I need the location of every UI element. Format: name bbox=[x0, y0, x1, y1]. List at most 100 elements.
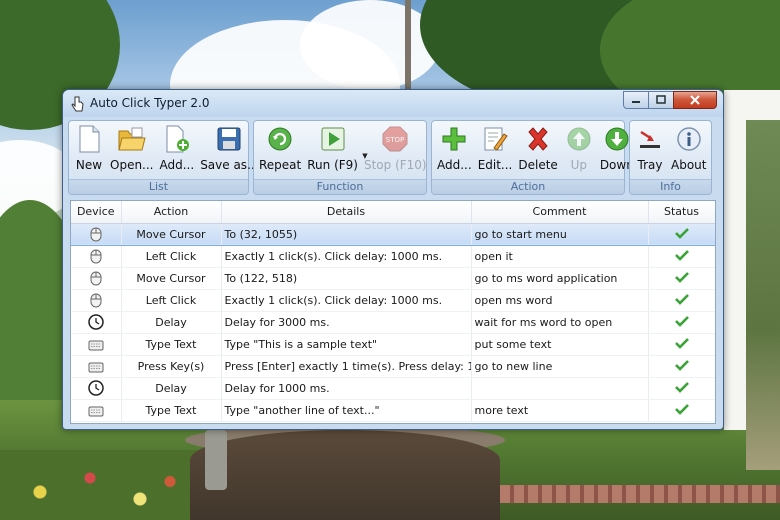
tray-button[interactable]: Tray bbox=[632, 124, 668, 179]
list-add-button[interactable]: Add... bbox=[157, 124, 198, 179]
add-document-icon bbox=[166, 125, 189, 153]
edit-button[interactable]: Edit... bbox=[475, 124, 516, 179]
app-window: Auto Click Typer 2.0 New Open... Add... … bbox=[62, 89, 724, 430]
plus-icon bbox=[442, 127, 466, 151]
column-header-status[interactable]: Status bbox=[648, 201, 715, 224]
info-group-label: Info bbox=[630, 179, 711, 194]
details-cell: Exactly 1 click(s). Click delay: 1000 ms… bbox=[221, 245, 472, 268]
clock-icon bbox=[88, 380, 104, 396]
details-cell: Press [Enter] exactly 1 time(s). Press d… bbox=[221, 355, 472, 378]
actions-table: Device Action Details Comment Status Mov… bbox=[70, 200, 716, 424]
arrow-up-icon bbox=[567, 127, 591, 151]
stop-button[interactable]: STOP Stop (F10) bbox=[361, 124, 430, 179]
details-cell: Type "This is a sample text" bbox=[221, 333, 472, 356]
maximize-icon bbox=[656, 95, 666, 104]
status-ok-icon bbox=[674, 381, 689, 393]
run-label: Run (F9) bbox=[307, 158, 358, 172]
action-cell: Delay bbox=[121, 377, 222, 400]
title-bar[interactable]: Auto Click Typer 2.0 bbox=[63, 90, 723, 117]
comment-cell: more text bbox=[471, 399, 649, 422]
window-title: Auto Click Typer 2.0 bbox=[90, 96, 210, 110]
table-row[interactable]: Press Key(s) Press [Enter] exactly 1 time… bbox=[71, 355, 715, 378]
keyboard-icon bbox=[88, 406, 104, 416]
table-row[interactable]: Move Cursor To (32, 1055) go to start menu bbox=[71, 222, 715, 246]
keyboard-icon bbox=[88, 362, 104, 372]
status-cell bbox=[648, 377, 715, 400]
mouse-icon bbox=[90, 271, 102, 286]
play-icon bbox=[321, 127, 345, 151]
action-add-button[interactable]: Add... bbox=[434, 124, 475, 179]
device-cell bbox=[71, 311, 122, 334]
device-cell bbox=[71, 333, 122, 356]
delete-label: Delete bbox=[518, 158, 558, 172]
column-header-device[interactable]: Device bbox=[71, 201, 122, 224]
save-as-label: Save as... bbox=[200, 158, 259, 172]
close-icon bbox=[690, 95, 700, 105]
details-cell: Exactly 1 click(s). Click delay: 1000 ms… bbox=[221, 289, 472, 312]
new-document-icon bbox=[79, 125, 100, 153]
new-button[interactable]: New bbox=[71, 124, 107, 179]
open-folder-icon bbox=[118, 127, 146, 151]
action-cell: Press Key(s) bbox=[121, 355, 222, 378]
mouse-icon bbox=[90, 293, 102, 308]
status-ok-icon bbox=[674, 315, 689, 327]
comment-cell: wait for ms word to open bbox=[471, 311, 649, 334]
table-row[interactable]: Left Click Exactly 1 click(s). Click dela… bbox=[71, 289, 715, 312]
run-button[interactable]: Run (F9) ▼ bbox=[304, 124, 368, 179]
new-label: New bbox=[75, 158, 103, 172]
table-row[interactable]: Type Text Type "This is a sample text" put… bbox=[71, 333, 715, 356]
table-row[interactable]: Type Text Type "another line of text..." m… bbox=[71, 399, 715, 422]
delete-button[interactable]: Delete bbox=[515, 124, 560, 179]
clock-icon bbox=[88, 314, 104, 330]
up-button[interactable]: Up bbox=[561, 124, 597, 179]
status-ok-icon bbox=[674, 359, 689, 371]
stop-label: Stop (F10) bbox=[363, 158, 427, 172]
about-button[interactable]: About bbox=[668, 124, 709, 179]
minimize-button[interactable] bbox=[623, 91, 649, 109]
about-label: About bbox=[671, 158, 707, 172]
close-button[interactable] bbox=[673, 91, 717, 109]
column-header-action[interactable]: Action bbox=[121, 201, 222, 224]
run-dropdown-arrow[interactable]: ▼ bbox=[362, 152, 367, 160]
details-cell: To (122, 518) bbox=[221, 267, 472, 290]
tray-label: Tray bbox=[637, 158, 663, 172]
edit-label: Edit... bbox=[477, 158, 513, 172]
repeat-label: Repeat bbox=[259, 158, 302, 172]
column-header-comment[interactable]: Comment bbox=[471, 201, 649, 224]
comment-cell bbox=[471, 377, 649, 400]
table-header-row: Device Action Details Comment Status bbox=[71, 201, 715, 224]
details-cell: Delay for 3000 ms. bbox=[221, 311, 472, 334]
column-header-details[interactable]: Details bbox=[221, 201, 472, 224]
action-cell: Delay bbox=[121, 311, 222, 334]
details-cell: To (32, 1055) bbox=[221, 222, 472, 246]
action-cell: Move Cursor bbox=[121, 267, 222, 290]
status-ok-icon bbox=[674, 403, 689, 415]
status-cell bbox=[648, 267, 715, 290]
open-button[interactable]: Open... bbox=[107, 124, 157, 179]
device-cell bbox=[71, 289, 122, 312]
repeat-button[interactable]: Repeat bbox=[256, 124, 304, 179]
action-add-label: Add... bbox=[437, 158, 472, 172]
maximize-button[interactable] bbox=[648, 91, 674, 109]
table-row[interactable]: Left Click Exactly 1 click(s). Click dela… bbox=[71, 245, 715, 268]
info-icon bbox=[676, 127, 701, 151]
details-cell: Type "another line of text..." bbox=[221, 399, 472, 422]
list-add-label: Add... bbox=[159, 158, 195, 172]
comment-cell: open it bbox=[471, 245, 649, 268]
table-row[interactable]: Delay Delay for 1000 ms. bbox=[71, 377, 715, 400]
status-ok-icon bbox=[674, 227, 689, 239]
minimize-icon bbox=[632, 101, 640, 103]
status-cell bbox=[648, 311, 715, 334]
mouse-icon bbox=[90, 227, 102, 242]
table-row[interactable]: Move Cursor To (122, 518) go to ms word ap… bbox=[71, 267, 715, 290]
action-cell: Move Cursor bbox=[121, 222, 222, 246]
device-cell bbox=[71, 222, 122, 246]
device-cell bbox=[71, 267, 122, 290]
device-cell bbox=[71, 245, 122, 268]
action-cell: Left Click bbox=[121, 245, 222, 268]
save-as-button[interactable]: Save as... bbox=[197, 124, 261, 179]
svg-text:STOP: STOP bbox=[386, 136, 404, 144]
device-cell bbox=[71, 355, 122, 378]
table-row[interactable]: Delay Delay for 3000 ms. wait for ms word … bbox=[71, 311, 715, 334]
device-cell bbox=[71, 399, 122, 422]
